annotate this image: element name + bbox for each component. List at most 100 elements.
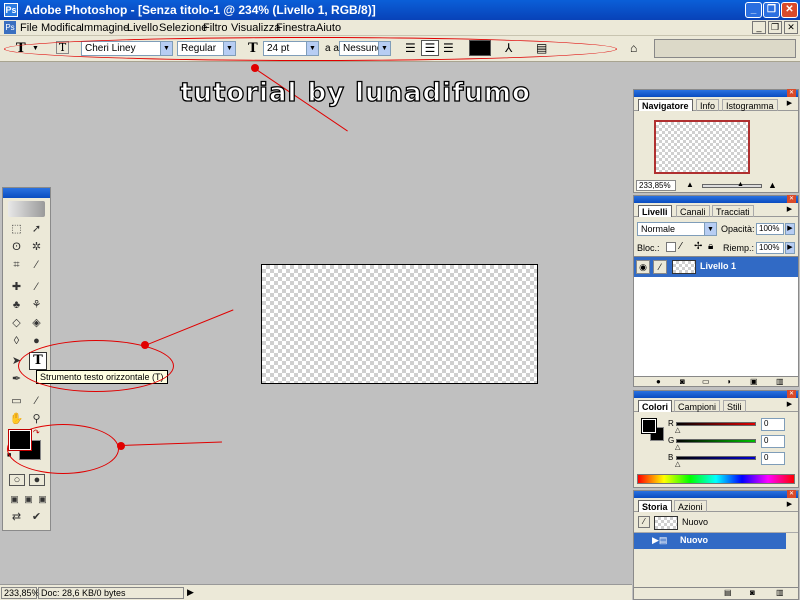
fill-input[interactable]: 100%: [756, 242, 784, 254]
layer-name[interactable]: Livello 1: [700, 261, 736, 271]
zoom-in-icon[interactable]: ▲: [768, 180, 777, 190]
blur-tool-icon[interactable]: ◊: [9, 334, 24, 349]
tab-azioni[interactable]: Azioni: [674, 500, 707, 512]
trash-icon[interactable]: ▥: [776, 588, 784, 597]
channel-r-slider[interactable]: [676, 422, 756, 426]
channel-r-input[interactable]: 0: [761, 418, 785, 431]
toolbox-titlebar[interactable]: [3, 188, 50, 198]
opacity-arrow-icon[interactable]: ▶: [785, 223, 795, 235]
marquee-tool-icon[interactable]: ⬚: [9, 222, 24, 237]
adjustment-layer-icon[interactable]: ◑: [726, 377, 731, 386]
history-snapshot-row[interactable]: ⁄ Nuovo: [634, 513, 798, 533]
maximize-button[interactable]: ❐: [763, 2, 780, 18]
tab-istogramma[interactable]: Istogramma: [722, 99, 778, 111]
status-zoom[interactable]: 233,85%: [1, 587, 40, 599]
channel-b-input[interactable]: 0: [761, 452, 785, 465]
blend-mode-select[interactable]: Normale ▼: [637, 222, 717, 236]
standard-mode-icon[interactable]: ○: [9, 474, 25, 486]
tab-info[interactable]: Info: [696, 99, 720, 111]
history-panel-titlebar[interactable]: [634, 491, 798, 498]
tab-storia[interactable]: Storia: [638, 500, 672, 512]
tab-campioni[interactable]: Campioni: [674, 400, 721, 412]
new-layer-icon[interactable]: ▣: [750, 377, 758, 386]
imageready-jump-icon[interactable]: ⇄: [9, 510, 24, 525]
colors-foreground-swatch[interactable]: [641, 418, 657, 434]
lock-all-icon[interactable]: 🔒︎: [708, 241, 713, 252]
status-menu-arrow-icon[interactable]: ▶: [187, 587, 194, 598]
crop-tool-icon[interactable]: ⌗: [9, 258, 24, 273]
layers-panel-titlebar[interactable]: [634, 196, 798, 203]
color-ramp[interactable]: [637, 474, 795, 484]
lasso-tool-icon[interactable]: ʘ: [9, 240, 24, 255]
tab-navigatore[interactable]: Navigatore: [638, 99, 693, 111]
close-icon[interactable]: ✕: [787, 490, 796, 498]
lock-transparency-icon[interactable]: [666, 242, 676, 252]
slider-handle-icon[interactable]: ▲: [737, 181, 744, 188]
close-icon[interactable]: ✕: [787, 89, 796, 97]
new-document-icon[interactable]: ▤: [724, 588, 732, 597]
new-set-icon[interactable]: ▭: [702, 377, 710, 386]
colors-panel-titlebar[interactable]: [634, 391, 798, 398]
clone-stamp-tool-icon[interactable]: ♣: [9, 298, 24, 313]
tab-stili[interactable]: Stili: [723, 400, 746, 412]
slider-handle-icon[interactable]: △: [675, 426, 680, 434]
jump-check-icon[interactable]: ✔: [29, 510, 44, 525]
slice-tool-icon[interactable]: ⁄: [29, 258, 44, 273]
panel-menu-icon[interactable]: ▶: [785, 500, 794, 509]
slider-handle-icon[interactable]: △: [675, 460, 680, 468]
close-icon[interactable]: ✕: [787, 195, 796, 203]
tab-livelli[interactable]: Livelli: [638, 205, 672, 217]
channel-g-slider[interactable]: [676, 439, 756, 443]
close-button[interactable]: ✕: [781, 2, 798, 18]
menu-modifica[interactable]: Modifica: [41, 22, 82, 34]
navigator-panel-titlebar[interactable]: [634, 90, 798, 97]
tab-tracciati[interactable]: Tracciati: [712, 205, 754, 217]
palette-well[interactable]: [654, 39, 796, 58]
brush-link-icon[interactable]: ⁄: [653, 260, 667, 274]
tab-canali[interactable]: Canali: [676, 205, 710, 217]
foreground-color-front[interactable]: [8, 429, 32, 451]
doc-restore-button[interactable]: ❐: [768, 21, 782, 34]
document-icon[interactable]: Ps: [4, 21, 16, 34]
close-icon[interactable]: ✕: [787, 390, 796, 398]
menu-selezione[interactable]: Selezione: [159, 22, 207, 34]
panel-menu-icon[interactable]: ▶: [785, 205, 794, 214]
hand-tool-icon[interactable]: ✋: [9, 412, 24, 427]
eye-icon[interactable]: ◉: [636, 260, 650, 274]
panel-menu-icon[interactable]: ▶: [785, 99, 794, 108]
healing-brush-tool-icon[interactable]: ✚: [9, 280, 24, 295]
panel-menu-icon[interactable]: ▶: [785, 400, 794, 409]
eyedropper-tool-icon[interactable]: ⁄: [29, 394, 44, 409]
menu-aiuto[interactable]: Aiuto: [316, 22, 341, 34]
screen-mode-standard-icon[interactable]: ▣: [7, 492, 22, 507]
fill-arrow-icon[interactable]: ▶: [785, 242, 795, 254]
magic-wand-tool-icon[interactable]: ✲: [29, 240, 44, 255]
document-canvas[interactable]: [261, 264, 538, 384]
slider-handle-icon[interactable]: △: [675, 443, 680, 451]
history-brush-source-icon[interactable]: ⁄: [638, 516, 650, 528]
history-state-row[interactable]: ▶▤ Nuovo: [634, 533, 786, 549]
trash-icon[interactable]: ▥: [776, 377, 784, 386]
menu-visualizza[interactable]: Visualizza: [231, 22, 280, 34]
doc-minimize-button[interactable]: _: [752, 21, 766, 34]
layer-style-icon[interactable]: ●: [656, 377, 661, 386]
zoom-out-icon[interactable]: ▲: [686, 180, 694, 189]
eraser-tool-icon[interactable]: ◇: [9, 316, 24, 331]
adobe-online-feather-icon[interactable]: [8, 201, 45, 217]
file-browser-icon[interactable]: ⌂: [630, 41, 637, 56]
lock-position-icon[interactable]: ✢: [694, 241, 702, 252]
menu-filtro[interactable]: Filtro: [203, 22, 227, 34]
layer-mask-icon[interactable]: ◙: [680, 377, 685, 386]
history-brush-tool-icon[interactable]: ⚘: [29, 298, 44, 313]
screen-mode-full-icon[interactable]: ▣: [35, 492, 50, 507]
menu-livello[interactable]: Livello: [127, 22, 158, 34]
brush-tool-icon[interactable]: ⁄: [29, 280, 44, 295]
menu-finestra[interactable]: Finestra: [276, 22, 316, 34]
doc-close-button[interactable]: ✕: [784, 21, 798, 34]
menu-immagine[interactable]: Immagine: [81, 22, 129, 34]
new-snapshot-icon[interactable]: ◙: [750, 588, 755, 597]
navigator-zoom-slider[interactable]: [702, 184, 762, 188]
navigator-preview[interactable]: [654, 120, 750, 174]
quick-mask-mode-icon[interactable]: ●: [29, 474, 45, 486]
navigator-zoom-field[interactable]: 233,85%: [636, 180, 676, 191]
